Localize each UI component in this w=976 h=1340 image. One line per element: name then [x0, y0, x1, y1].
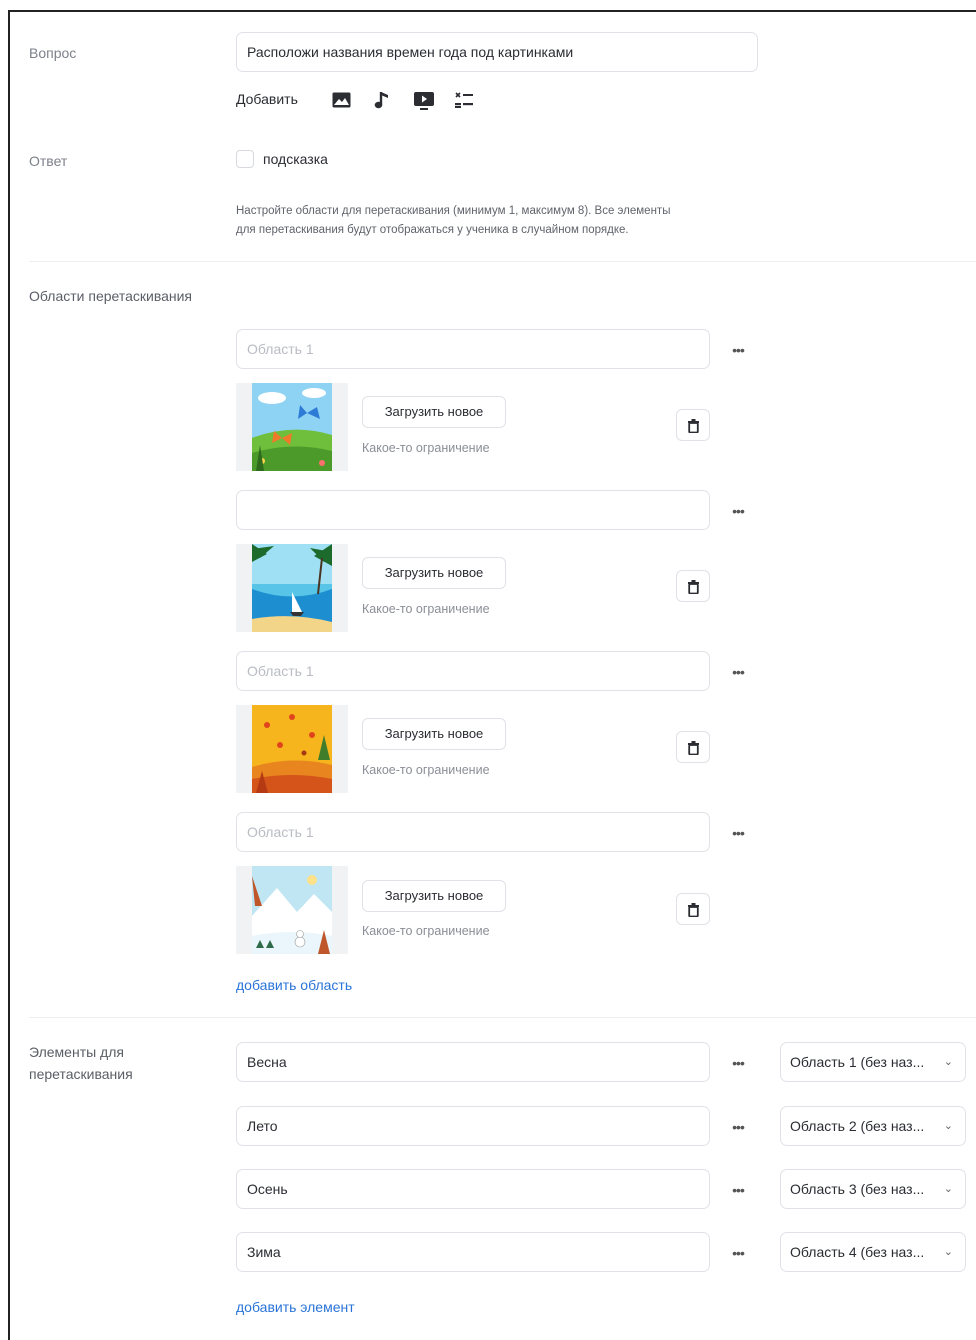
music-note-icon[interactable]: [374, 90, 390, 115]
section-divider: [29, 1017, 976, 1018]
target-area-select[interactable]: Область 2 (без наз... ⌄: [780, 1106, 966, 1146]
more-options-icon[interactable]: •••: [727, 343, 749, 361]
hint-checkbox-label: подсказка: [263, 151, 328, 167]
trash-icon: [688, 580, 699, 594]
delete-area-button[interactable]: [676, 570, 710, 602]
target-area-select[interactable]: Область 1 (без наз... ⌄: [780, 1042, 966, 1082]
more-options-icon[interactable]: •••: [727, 1120, 749, 1138]
answer-label: Ответ: [29, 153, 68, 169]
select-value: Область 2 (без наз...: [790, 1118, 925, 1134]
drop-area-image-autumn: [236, 705, 348, 793]
gap-icon[interactable]: [455, 92, 473, 113]
more-options-icon[interactable]: •••: [727, 826, 749, 844]
drop-area-name-input[interactable]: [236, 490, 710, 530]
chevron-down-icon: ⌄: [943, 1246, 953, 1258]
image-icon[interactable]: [332, 92, 351, 113]
add-element-link[interactable]: добавить элемент: [236, 1299, 355, 1315]
drop-area-image-winter: [236, 866, 348, 954]
select-value: Область 4 (без наз...: [790, 1244, 925, 1260]
description-line: для перетаскивания будут отображаться у …: [236, 224, 629, 236]
answer-description: Настройте области для перетаскивания (ми…: [236, 202, 670, 240]
video-icon[interactable]: [414, 92, 434, 115]
upload-new-button[interactable]: Загрузить новое: [362, 557, 506, 589]
drop-area-name-input[interactable]: Область 1: [236, 812, 710, 852]
target-area-select[interactable]: Область 4 (без наз... ⌄: [780, 1232, 966, 1272]
trash-icon: [688, 741, 699, 755]
drag-elements-label-line: Элементы для: [29, 1044, 124, 1060]
hint-checkbox[interactable]: [236, 150, 254, 168]
add-media-label: Добавить: [236, 91, 298, 107]
trash-icon: [688, 903, 699, 917]
delete-area-button[interactable]: [676, 893, 710, 925]
more-options-icon[interactable]: •••: [727, 1056, 749, 1074]
drag-elements-label: Элементы для перетаскивания: [29, 1041, 133, 1085]
constraint-hint: Какое-то ограничение: [362, 602, 490, 616]
constraint-hint: Какое-то ограничение: [362, 441, 490, 455]
drag-elements-label-line: перетаскивания: [29, 1066, 133, 1082]
more-options-icon[interactable]: •••: [727, 1246, 749, 1264]
chevron-down-icon: ⌄: [943, 1183, 953, 1195]
drag-element-input[interactable]: Осень: [236, 1169, 710, 1209]
more-options-icon[interactable]: •••: [727, 665, 749, 683]
drag-element-input[interactable]: Весна: [236, 1042, 710, 1082]
add-area-link[interactable]: добавить область: [236, 977, 352, 993]
drop-areas-label: Области перетаскивания: [29, 288, 193, 304]
delete-area-button[interactable]: [676, 409, 710, 441]
question-label: Вопрос: [29, 45, 77, 61]
drop-area-image-summer: [236, 544, 348, 632]
constraint-hint: Какое-то ограничение: [362, 924, 490, 938]
question-input[interactable]: Расположи названия времен года под карти…: [236, 32, 758, 72]
more-options-icon[interactable]: •••: [727, 1183, 749, 1201]
drop-area-name-input[interactable]: Область 1: [236, 329, 710, 369]
drop-area-image-spring: [236, 383, 348, 471]
upload-new-button[interactable]: Загрузить новое: [362, 718, 506, 750]
chevron-down-icon: ⌄: [943, 1120, 953, 1132]
select-value: Область 1 (без наз...: [790, 1054, 925, 1070]
description-line: Настройте области для перетаскивания (ми…: [236, 205, 671, 217]
drop-area-name-input[interactable]: Область 1: [236, 651, 710, 691]
drag-element-input[interactable]: Лето: [236, 1106, 710, 1146]
trash-icon: [688, 419, 699, 433]
section-divider: [29, 261, 976, 262]
select-value: Область 3 (без наз...: [790, 1181, 925, 1197]
more-options-icon[interactable]: •••: [727, 504, 749, 522]
chevron-down-icon: ⌄: [943, 1056, 953, 1068]
target-area-select[interactable]: Область 3 (без наз... ⌄: [780, 1169, 966, 1209]
upload-new-button[interactable]: Загрузить новое: [362, 396, 506, 428]
delete-area-button[interactable]: [676, 731, 710, 763]
constraint-hint: Какое-то ограничение: [362, 763, 490, 777]
drag-element-input[interactable]: Зима: [236, 1232, 710, 1272]
upload-new-button[interactable]: Загрузить новое: [362, 880, 506, 912]
